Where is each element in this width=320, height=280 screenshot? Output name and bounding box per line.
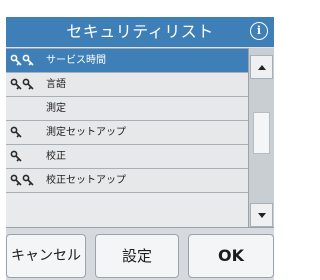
list-item[interactable]: 言語: [6, 73, 248, 97]
page-title: セキュリティリスト: [66, 22, 214, 41]
list-item[interactable]: 測定セットアップ: [6, 121, 248, 145]
double-key-icon: [10, 174, 34, 186]
list-item-label: 校正セットアップ: [46, 175, 126, 186]
arrow-down-icon: [258, 213, 266, 218]
security-list-screen: セキュリティリスト i サービス時間 言語 測定 測定セットアップ 校正 校正セ…: [6, 17, 274, 280]
list-item[interactable]: 校正: [6, 145, 248, 169]
scrollbar-thumb[interactable]: [253, 112, 270, 154]
scrollbar[interactable]: [248, 48, 274, 227]
footer-toolbar: キャンセル 設定 OK: [6, 227, 274, 280]
list-item-label: 校正: [46, 151, 66, 162]
single-key-icon: [10, 150, 22, 162]
list-item-label: サービス時間: [46, 55, 106, 66]
double-key-icon: [10, 54, 34, 66]
scroll-down-button[interactable]: [250, 203, 273, 227]
list-item-label: 言語: [46, 79, 66, 90]
list-item-label: 測定セットアップ: [46, 127, 126, 138]
list-item[interactable]: 測定: [6, 97, 248, 121]
ok-button[interactable]: OK: [188, 234, 274, 278]
cancel-button[interactable]: キャンセル: [6, 234, 86, 278]
single-key-icon: [10, 126, 22, 138]
arrow-up-icon: [258, 65, 266, 70]
title-bar: セキュリティリスト i: [6, 17, 274, 47]
double-key-icon: [10, 78, 34, 90]
info-icon[interactable]: i: [250, 22, 268, 40]
scroll-up-button[interactable]: [250, 55, 273, 79]
list-item[interactable]: サービス時間: [6, 49, 248, 73]
list-item-label: 測定: [46, 103, 66, 114]
security-list: サービス時間 言語 測定 測定セットアップ 校正 校正セットアップ: [6, 48, 248, 228]
list-item[interactable]: 校正セットアップ: [6, 169, 248, 193]
settings-button[interactable]: 設定: [95, 234, 179, 278]
